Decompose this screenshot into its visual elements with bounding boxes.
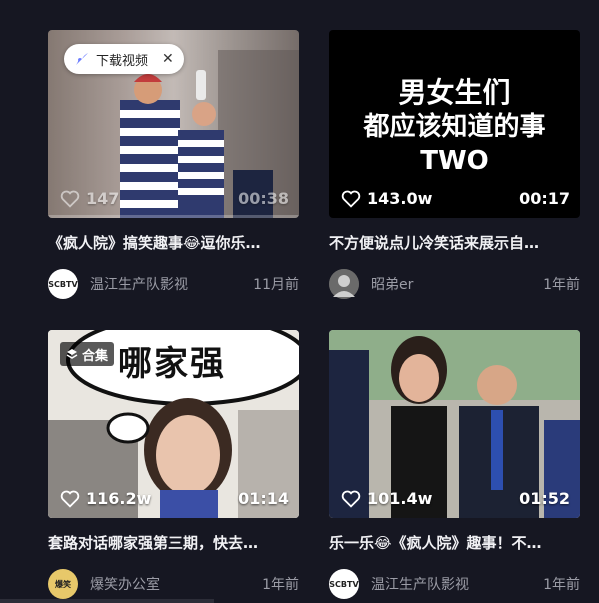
heart-icon [60, 490, 80, 508]
video-meta: 昭弟er 1年前 [329, 268, 580, 300]
video-duration: 00:17 [519, 189, 570, 208]
publish-time: 1年前 [262, 577, 299, 593]
heart-icon [341, 490, 361, 508]
thumbnail-caption: 男女生们 都应该知道的事 TWO [329, 76, 580, 178]
like-count: 101.4w [341, 489, 432, 508]
video-duration: 01:52 [519, 489, 570, 508]
video-stats: 116.2w 01:14 [60, 489, 289, 508]
video-meta: 爆笑 爆笑办公室 1年前 [48, 568, 299, 600]
publish-time: 1年前 [543, 577, 580, 593]
video-meta: SCBTV 温江生产队影视 11月前 [48, 268, 299, 300]
publish-time: 1年前 [543, 277, 580, 293]
heart-icon [341, 190, 361, 208]
author-name[interactable]: 爆笑办公室 [90, 574, 262, 594]
author-name[interactable]: 温江生产队影视 [371, 574, 543, 594]
avatar[interactable]: SCBTV [329, 569, 359, 599]
video-card-2[interactable]: 男女生们 都应该知道的事 TWO 143.0w 00:17 不方便说点儿冷笑话来… [329, 30, 580, 300]
video-thumbnail[interactable]: 下载视频 ✕ 147 00:38 [48, 30, 299, 218]
video-card-4[interactable]: 101.4w 01:52 乐一乐😂《疯人院》趣事！不… SCBTV 温江生产队影… [329, 330, 580, 600]
caption-line: 男女生们 [398, 76, 511, 109]
thumbnail-overlay-text: 哪家强 [118, 344, 226, 384]
video-title[interactable]: 套路对话哪家强第三期，快去… [48, 532, 299, 554]
video-title[interactable]: 乐一乐😂《疯人院》趣事！不… [329, 532, 580, 554]
collection-tag: 合集 [60, 342, 115, 366]
like-count: 143.0w [341, 189, 432, 208]
author-name[interactable]: 昭弟er [371, 274, 543, 294]
caption-line: 都应该知道的事 [363, 112, 546, 142]
video-stats: 147 00:38 [60, 189, 289, 208]
horizontal-scrollbar[interactable] [0, 599, 214, 603]
video-thumbnail[interactable]: 哪家强 合集 116.2w 01:14 [48, 330, 299, 518]
avatar[interactable] [329, 269, 359, 299]
like-count: 147 [60, 189, 119, 208]
caption-line: TWO [420, 146, 489, 176]
video-title[interactable]: 不方便说点儿冷笑话来展示自… [329, 232, 580, 254]
close-icon[interactable]: ✕ [162, 51, 174, 67]
download-video-label: 下载视频 [96, 53, 149, 69]
avatar-image [329, 269, 359, 299]
video-duration: 01:14 [238, 489, 289, 508]
avatar[interactable]: 爆笑 [48, 569, 78, 599]
like-count: 116.2w [60, 489, 151, 508]
video-stats: 101.4w 01:52 [341, 489, 570, 508]
video-meta: SCBTV 温江生产队影视 1年前 [329, 568, 580, 600]
video-title[interactable]: 《疯人院》搞笑趣事😂逗你乐… [48, 232, 299, 254]
avatar[interactable]: SCBTV [48, 269, 78, 299]
author-name[interactable]: 温江生产队影视 [90, 274, 253, 294]
video-thumbnail[interactable]: 男女生们 都应该知道的事 TWO 143.0w 00:17 [329, 30, 580, 218]
video-stats: 143.0w 00:17 [341, 189, 570, 208]
video-duration: 00:38 [238, 189, 289, 208]
video-progress-bar [48, 215, 299, 218]
download-video-pill[interactable]: 下载视频 ✕ [64, 44, 184, 74]
video-thumbnail[interactable]: 101.4w 01:52 [329, 330, 580, 518]
video-card-3[interactable]: 哪家强 合集 116.2w 01:14 套路对话哪家强第三期，快去… 爆笑 爆笑… [48, 330, 299, 600]
layers-icon [66, 349, 78, 359]
publish-time: 11月前 [253, 277, 299, 293]
heart-icon [60, 190, 80, 208]
feather-icon [76, 53, 88, 65]
video-card-1[interactable]: 下载视频 ✕ 147 00:38 《疯人院》搞笑趣事😂逗你乐… SCBTV 温江… [48, 30, 299, 300]
